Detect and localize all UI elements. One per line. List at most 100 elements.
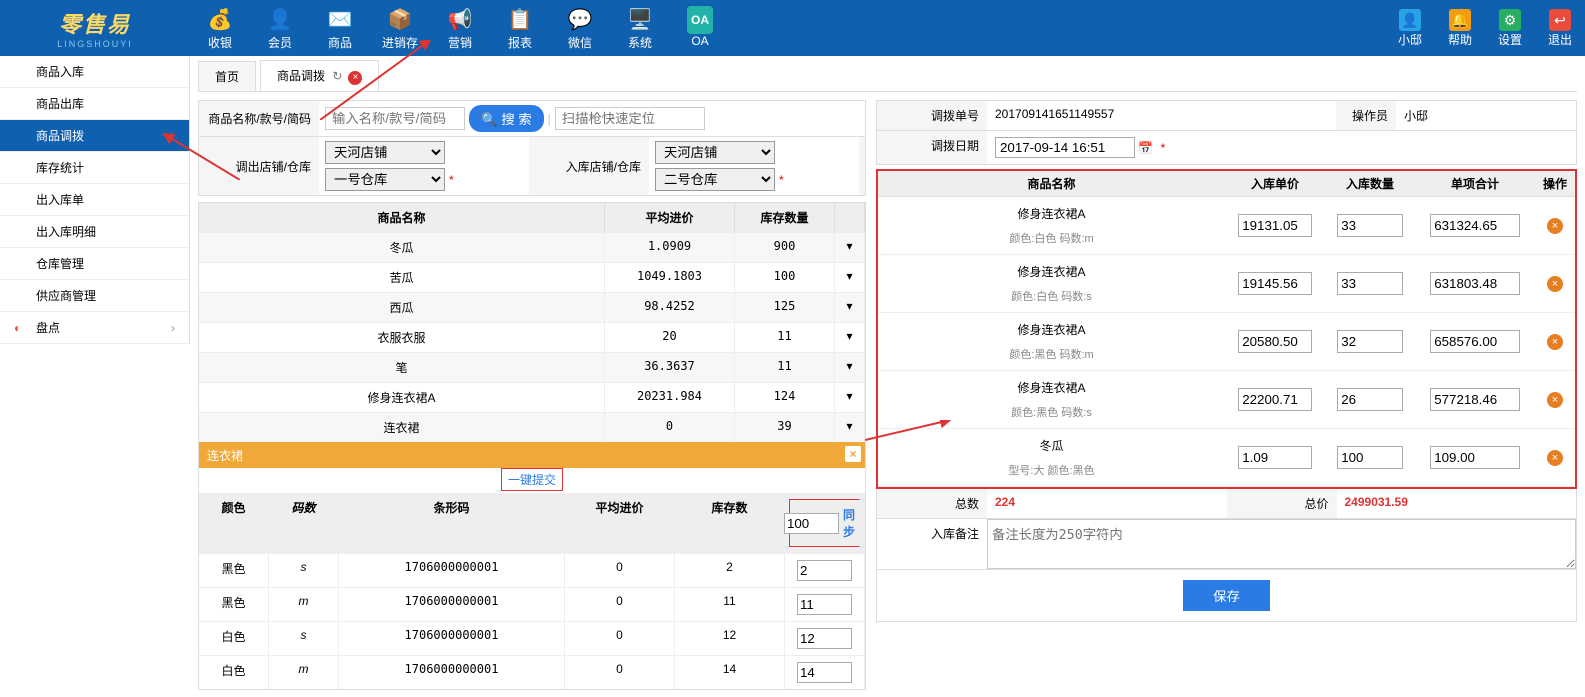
nav-收银[interactable]: 💰收银 <box>190 2 250 55</box>
item-row: 修身连衣裙A颜色:黑色 码数:s× <box>878 371 1575 429</box>
nav-icon: 👤 <box>1399 9 1421 31</box>
item-qty-input[interactable] <box>1337 446 1403 469</box>
sidebar-item-商品调拨[interactable]: 商品调拨 <box>0 120 189 152</box>
item-price-input[interactable] <box>1238 388 1312 411</box>
order-no-label: 调拨单号 <box>877 101 987 130</box>
nav-商品[interactable]: ✉️商品 <box>310 2 370 55</box>
nav-right-退出[interactable]: ↩退出 <box>1535 5 1585 52</box>
sidebar-item-商品出库[interactable]: 商品出库 <box>0 88 189 120</box>
product-row[interactable]: 西瓜98.4252125▾ <box>199 292 865 322</box>
expand-icon[interactable]: ▾ <box>835 293 865 322</box>
product-row[interactable]: 连衣裙039▾ <box>199 412 865 442</box>
expand-icon[interactable]: ▾ <box>835 353 865 382</box>
item-price-input[interactable] <box>1238 446 1312 469</box>
variant-qty-input[interactable] <box>797 628 852 649</box>
brand-sub: LINGSHOUYI <box>0 39 190 49</box>
order-no: 201709141651149557 <box>987 101 1336 130</box>
variant-qty-input[interactable] <box>797 662 852 683</box>
item-qty-input[interactable] <box>1337 330 1403 353</box>
nav-营销[interactable]: 📢营销 <box>430 2 490 55</box>
item-total-input[interactable] <box>1430 272 1520 295</box>
delete-icon[interactable]: × <box>1547 450 1563 466</box>
tabs: 首页商品调拨 ↻× <box>198 62 1577 92</box>
total-count: 224 <box>987 489 1227 518</box>
out-store-select[interactable]: 天河店铺 <box>325 141 445 164</box>
scan-input[interactable] <box>555 107 705 130</box>
delete-icon[interactable]: × <box>1547 334 1563 350</box>
in-warehouse-select[interactable]: 二号仓库 <box>655 168 775 191</box>
product-row[interactable]: 衣服衣服2011▾ <box>199 322 865 352</box>
nav-会员[interactable]: 👤会员 <box>250 2 310 55</box>
item-total-input[interactable] <box>1430 330 1520 353</box>
total-sum: 2499031.59 <box>1337 489 1577 518</box>
sidebar-item-供应商管理[interactable]: 供应商管理 <box>0 280 189 312</box>
sidebar-item-库存统计[interactable]: 库存统计 <box>0 152 189 184</box>
expand-icon[interactable]: ▾ <box>835 323 865 352</box>
in-store-select[interactable]: 天河店铺 <box>655 141 775 164</box>
sidebar-item-盘点[interactable]: ◐盘点› <box>0 312 189 344</box>
operator: 小邸 <box>1396 101 1576 130</box>
variant-qty-input[interactable] <box>797 560 852 581</box>
item-total-input[interactable] <box>1430 446 1520 469</box>
top-nav: 零售易 LINGSHOUYI 💰收银👤会员✉️商品📦进销存📢营销📋报表💬微信🖥️… <box>0 0 1585 56</box>
item-price-input[interactable] <box>1238 272 1312 295</box>
variant-qty-input[interactable] <box>797 594 852 615</box>
tab-首页[interactable]: 首页 <box>198 61 256 91</box>
item-price-input[interactable] <box>1238 214 1312 237</box>
expand-icon[interactable]: ▾ <box>835 233 865 262</box>
product-row[interactable]: 冬瓜1.0909900▾ <box>199 232 865 262</box>
sidebar-item-商品入库[interactable]: 商品入库 <box>0 56 189 88</box>
sidebar: 商品入库商品出库商品调拨库存统计出入库单出入库明细仓库管理供应商管理◐盘点› <box>0 56 190 344</box>
sidebar-item-出入库明细[interactable]: 出入库明细 <box>0 216 189 248</box>
sidebar-item-仓库管理[interactable]: 仓库管理 <box>0 248 189 280</box>
nav-进销存[interactable]: 📦进销存 <box>370 2 430 55</box>
order-date-input[interactable] <box>995 137 1135 158</box>
delete-icon[interactable]: × <box>1547 218 1563 234</box>
nav-right-帮助[interactable]: 🔔帮助 <box>1435 5 1485 52</box>
sync-qty-input[interactable] <box>784 513 839 534</box>
tab-商品调拨[interactable]: 商品调拨 ↻× <box>260 60 379 91</box>
col-name: 商品名称 <box>199 203 605 232</box>
left-panel: 商品名称/款号/简码 🔍 搜 索 | 调出店铺/仓库 天河店铺 一号仓库* 入库… <box>198 100 866 690</box>
item-qty-input[interactable] <box>1337 388 1403 411</box>
delete-icon[interactable]: × <box>1547 392 1563 408</box>
product-row[interactable]: 修身连衣裙A20231.984124▾ <box>199 382 865 412</box>
delete-icon[interactable]: × <box>1547 276 1563 292</box>
nav-OA[interactable]: OAOA <box>670 2 730 55</box>
item-qty-input[interactable] <box>1337 214 1403 237</box>
brand-name: 零售易 <box>0 7 190 39</box>
search-button[interactable]: 🔍 搜 索 <box>469 105 544 132</box>
nav-系统[interactable]: 🖥️系统 <box>610 2 670 55</box>
sidebar-item-出入库单[interactable]: 出入库单 <box>0 184 189 216</box>
expand-icon[interactable]: ▾ <box>835 383 865 412</box>
item-total-input[interactable] <box>1430 214 1520 237</box>
sync-link[interactable]: 同步 <box>843 506 855 540</box>
item-row: 冬瓜型号:大 颜色:黑色× <box>878 429 1575 487</box>
calendar-icon[interactable]: 📅 <box>1138 141 1153 155</box>
expand-close-icon[interactable]: × <box>845 446 861 462</box>
close-icon[interactable]: × <box>348 71 362 85</box>
product-row[interactable]: 苦瓜1049.1803100▾ <box>199 262 865 292</box>
item-price-input[interactable] <box>1238 330 1312 353</box>
nav-微信[interactable]: 💬微信 <box>550 2 610 55</box>
in-store-label: 入库店铺/仓库 <box>529 152 649 181</box>
remark-textarea[interactable] <box>987 519 1576 569</box>
search-input[interactable] <box>325 107 465 130</box>
item-row: 修身连衣裙A颜色:白色 码数:m× <box>878 197 1575 255</box>
expand-icon[interactable]: ▾ <box>835 263 865 292</box>
nav-right-设置[interactable]: ⚙设置 <box>1485 5 1535 52</box>
right-panel: 调拨单号 201709141651149557 操作员 小邸 调拨日期 📅 * … <box>876 100 1577 690</box>
item-total-input[interactable] <box>1430 388 1520 411</box>
save-button[interactable]: 保存 <box>1183 580 1270 611</box>
product-row[interactable]: 笔36.363711▾ <box>199 352 865 382</box>
refresh-icon[interactable]: ↻ <box>332 69 342 83</box>
nav-icon: 💰 <box>190 6 250 34</box>
oneclick-submit-link[interactable]: 一键提交 <box>508 473 556 487</box>
nav-icon: 📢 <box>430 6 490 34</box>
out-warehouse-select[interactable]: 一号仓库 <box>325 168 445 191</box>
item-qty-input[interactable] <box>1337 272 1403 295</box>
nav-right-小邸[interactable]: 👤小邸 <box>1385 5 1435 52</box>
pie-icon: ◐ <box>14 312 21 344</box>
expand-icon[interactable]: ▾ <box>835 413 865 442</box>
nav-报表[interactable]: 📋报表 <box>490 2 550 55</box>
